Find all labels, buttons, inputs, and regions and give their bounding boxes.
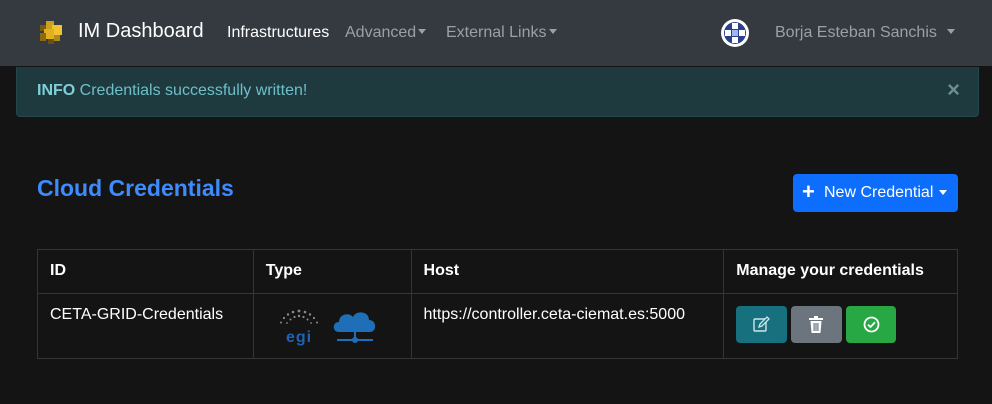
column-header-type: Type [252, 249, 412, 294]
credential-actions [723, 293, 958, 359]
alert-message: Credentials successfully written! [79, 82, 308, 99]
egi-logo: egi [279, 309, 318, 346]
chevron-down-icon [939, 190, 947, 195]
nav-infrastructures[interactable]: Infrastructures [227, 24, 329, 42]
nav-external-links-dropdown[interactable]: External Links [446, 24, 557, 42]
nav-advanced-dropdown[interactable]: Advanced [345, 24, 427, 42]
credential-host: https://controller.ceta-ciemat.es:5000 [410, 293, 725, 359]
plus-icon: + [802, 179, 815, 204]
trash-icon [809, 316, 824, 333]
avatar[interactable] [721, 19, 749, 47]
credentials-table: ID Type Host Manage your credentials CET… [37, 249, 958, 359]
column-header-id: ID [37, 249, 254, 294]
edit-icon [753, 316, 771, 332]
nav-advanced-label: Advanced [345, 24, 417, 41]
chevron-down-icon [418, 29, 427, 34]
column-header-manage: Manage your credentials [723, 249, 958, 294]
info-alert: INFO Credentials successfully written! × [16, 67, 979, 117]
delete-credential-button[interactable] [791, 306, 843, 343]
table-header-row: ID Type Host Manage your credentials [37, 249, 958, 294]
check-circle-icon [863, 316, 880, 333]
chevron-down-icon [548, 29, 557, 34]
user-menu-dropdown[interactable]: Borja Esteban Sanchis [775, 24, 956, 42]
table-row: CETA-GRID-Credentials egi https://contro… [37, 293, 958, 359]
im-logo-icon[interactable] [36, 17, 66, 47]
chevron-down-icon [947, 29, 956, 34]
page-title: Cloud Credentials [37, 175, 234, 201]
nav-external-links-label: External Links [446, 24, 547, 41]
credential-type: egi [252, 293, 412, 359]
svg-text:egi: egi [286, 329, 312, 346]
alert-level: INFO [37, 82, 76, 99]
close-icon[interactable]: × [947, 79, 960, 101]
credential-id: CETA-GRID-Credentials [37, 293, 254, 359]
cloud-network-icon [333, 312, 375, 343]
top-navbar: IM Dashboard Infrastructures Advanced Ex… [0, 0, 992, 66]
new-credential-label: New Credential [824, 184, 934, 201]
edit-credential-button[interactable] [736, 306, 788, 343]
nav-infrastructures-label: Infrastructures [227, 24, 330, 41]
brand-title[interactable]: IM Dashboard [78, 20, 204, 43]
new-credential-button[interactable]: + New Credential [793, 174, 958, 212]
column-header-host: Host [410, 249, 725, 294]
select-credential-button[interactable] [846, 306, 897, 343]
user-name: Borja Esteban Sanchis [775, 24, 937, 41]
alert-text: INFO Credentials successfully written! [37, 82, 307, 100]
